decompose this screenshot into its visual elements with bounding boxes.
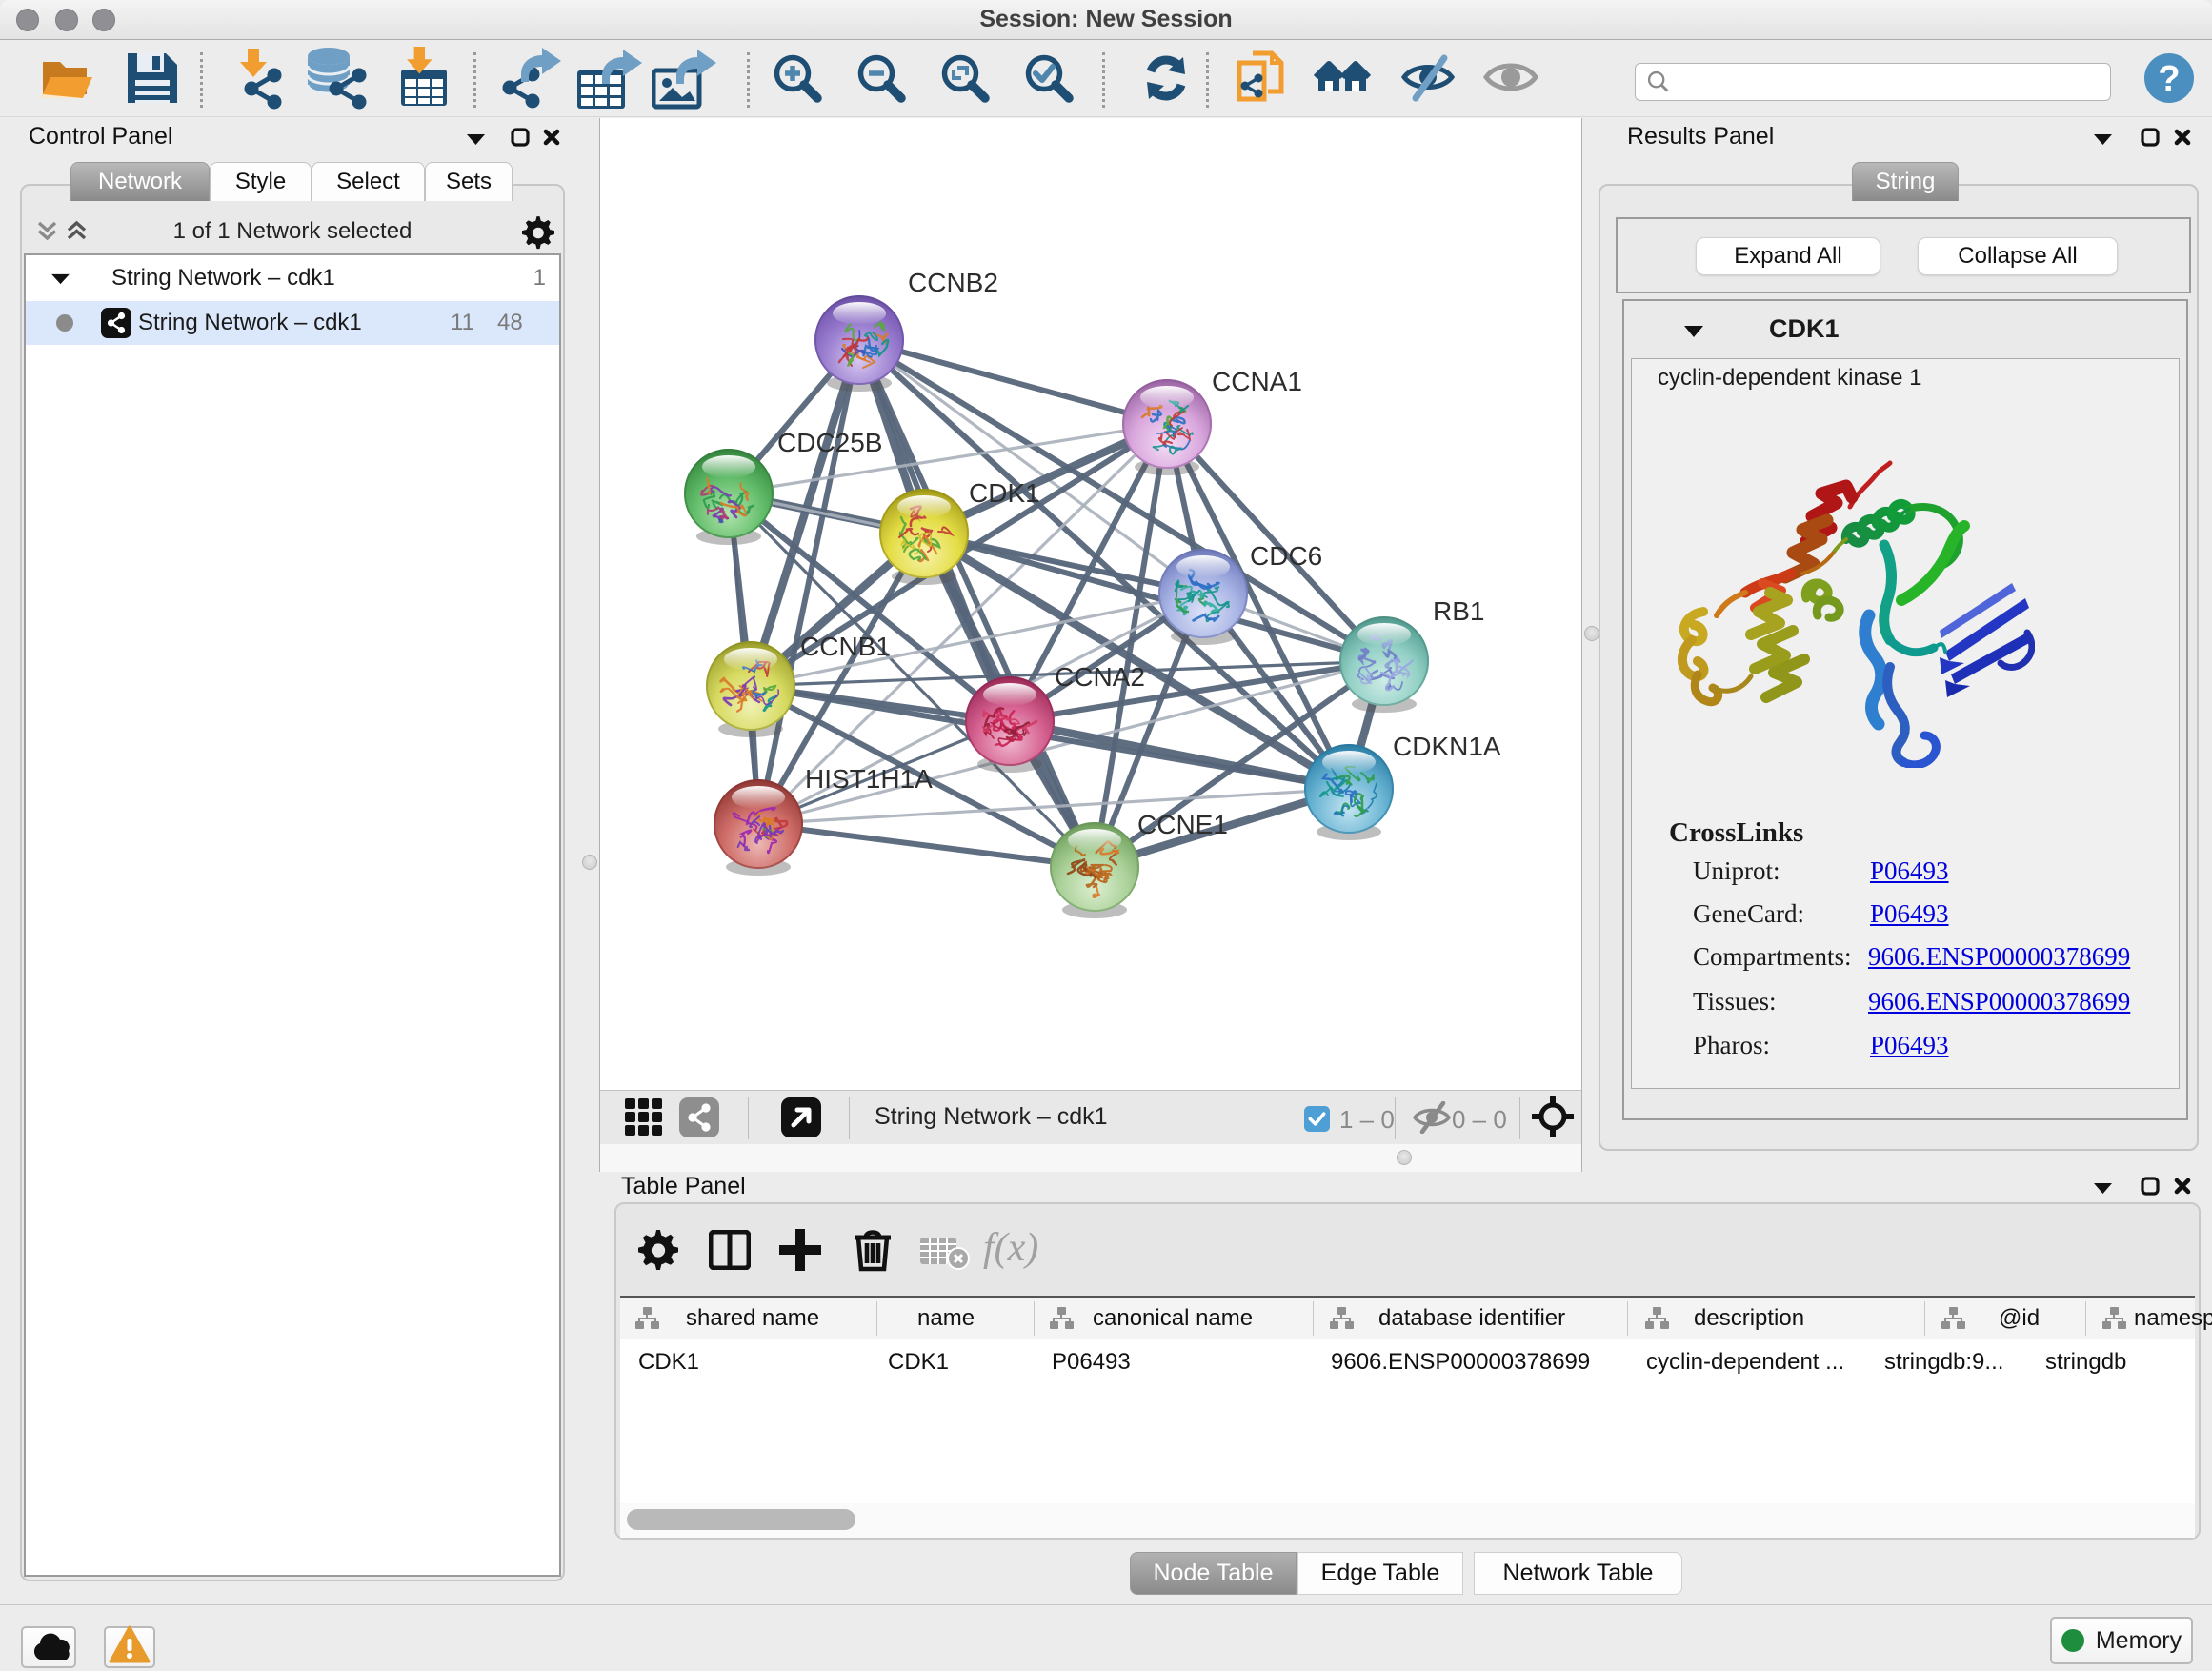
svg-text:CCNB2: CCNB2 (908, 268, 998, 297)
svg-text:CDC6: CDC6 (1250, 541, 1322, 571)
svg-text:CDKN1A: CDKN1A (1393, 732, 1501, 761)
svg-text:CCNB1: CCNB1 (800, 632, 891, 661)
svg-text:CCNA1: CCNA1 (1212, 367, 1302, 396)
svg-text:RB1: RB1 (1433, 596, 1484, 626)
svg-text:CCNA2: CCNA2 (1055, 662, 1145, 692)
svg-text:CDC25B: CDC25B (777, 428, 882, 457)
svg-text:HIST1H1A: HIST1H1A (805, 764, 933, 794)
svg-text:CDK1: CDK1 (969, 478, 1040, 508)
svg-text:?: ? (2158, 59, 2180, 99)
svg-text:CCNE1: CCNE1 (1137, 810, 1228, 839)
